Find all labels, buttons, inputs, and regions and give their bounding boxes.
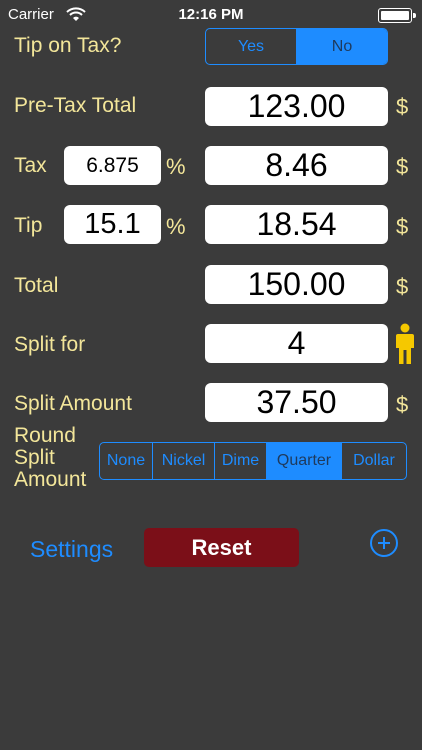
tax-label: Tax	[14, 154, 47, 177]
round-option-none[interactable]: None	[100, 443, 152, 479]
tax-rate-input[interactable]: 6.875	[64, 146, 161, 185]
split-amount-input[interactable]: 37.50	[205, 383, 388, 422]
tip-on-tax-no[interactable]: No	[296, 29, 387, 64]
status-bar: Carrier 12:16 PM	[0, 0, 422, 30]
tip-label: Tip	[14, 214, 43, 237]
tip-rate-input[interactable]: 15.1	[64, 205, 161, 244]
pretax-label: Pre-Tax Total	[14, 94, 137, 117]
total-unit: $	[396, 274, 409, 299]
tax-unit: $	[396, 154, 409, 179]
pretax-unit: $	[396, 94, 409, 119]
reset-button[interactable]: Reset	[144, 528, 299, 567]
round-option-dollar[interactable]: Dollar	[341, 443, 406, 479]
split-amount-label: Split Amount	[14, 392, 132, 415]
pretax-input[interactable]: 123.00	[205, 87, 388, 126]
tip-on-tax-label: Tip on Tax?	[14, 34, 122, 57]
round-option-quarter[interactable]: Quarter	[266, 443, 341, 479]
round-option-dime[interactable]: Dime	[214, 443, 266, 479]
tip-amount-input[interactable]: 18.54	[205, 205, 388, 244]
status-time: 12:16 PM	[178, 6, 244, 23]
split-for-label: Split for	[14, 333, 86, 356]
total-label: Total	[14, 274, 59, 297]
person-icon[interactable]	[394, 323, 416, 365]
round-label: Round Split Amount	[14, 424, 87, 491]
round-option-nickel[interactable]: Nickel	[152, 443, 214, 479]
tax-rate-unit: %	[166, 154, 186, 179]
battery-icon	[378, 8, 416, 23]
split-for-input[interactable]: 4	[205, 324, 388, 363]
add-icon[interactable]	[370, 529, 398, 557]
tax-amount-input[interactable]: 8.46	[205, 146, 388, 185]
tip-rate-unit: %	[166, 214, 186, 239]
settings-button[interactable]: Settings	[30, 536, 113, 563]
total-input[interactable]: 150.00	[205, 265, 388, 304]
tip-on-tax-segmented-control: Yes No	[205, 28, 388, 65]
split-amount-unit: $	[396, 392, 409, 417]
tip-unit: $	[396, 214, 409, 239]
tip-on-tax-yes[interactable]: Yes	[206, 29, 296, 64]
round-segmented-control: None Nickel Dime Quarter Dollar	[99, 442, 407, 480]
